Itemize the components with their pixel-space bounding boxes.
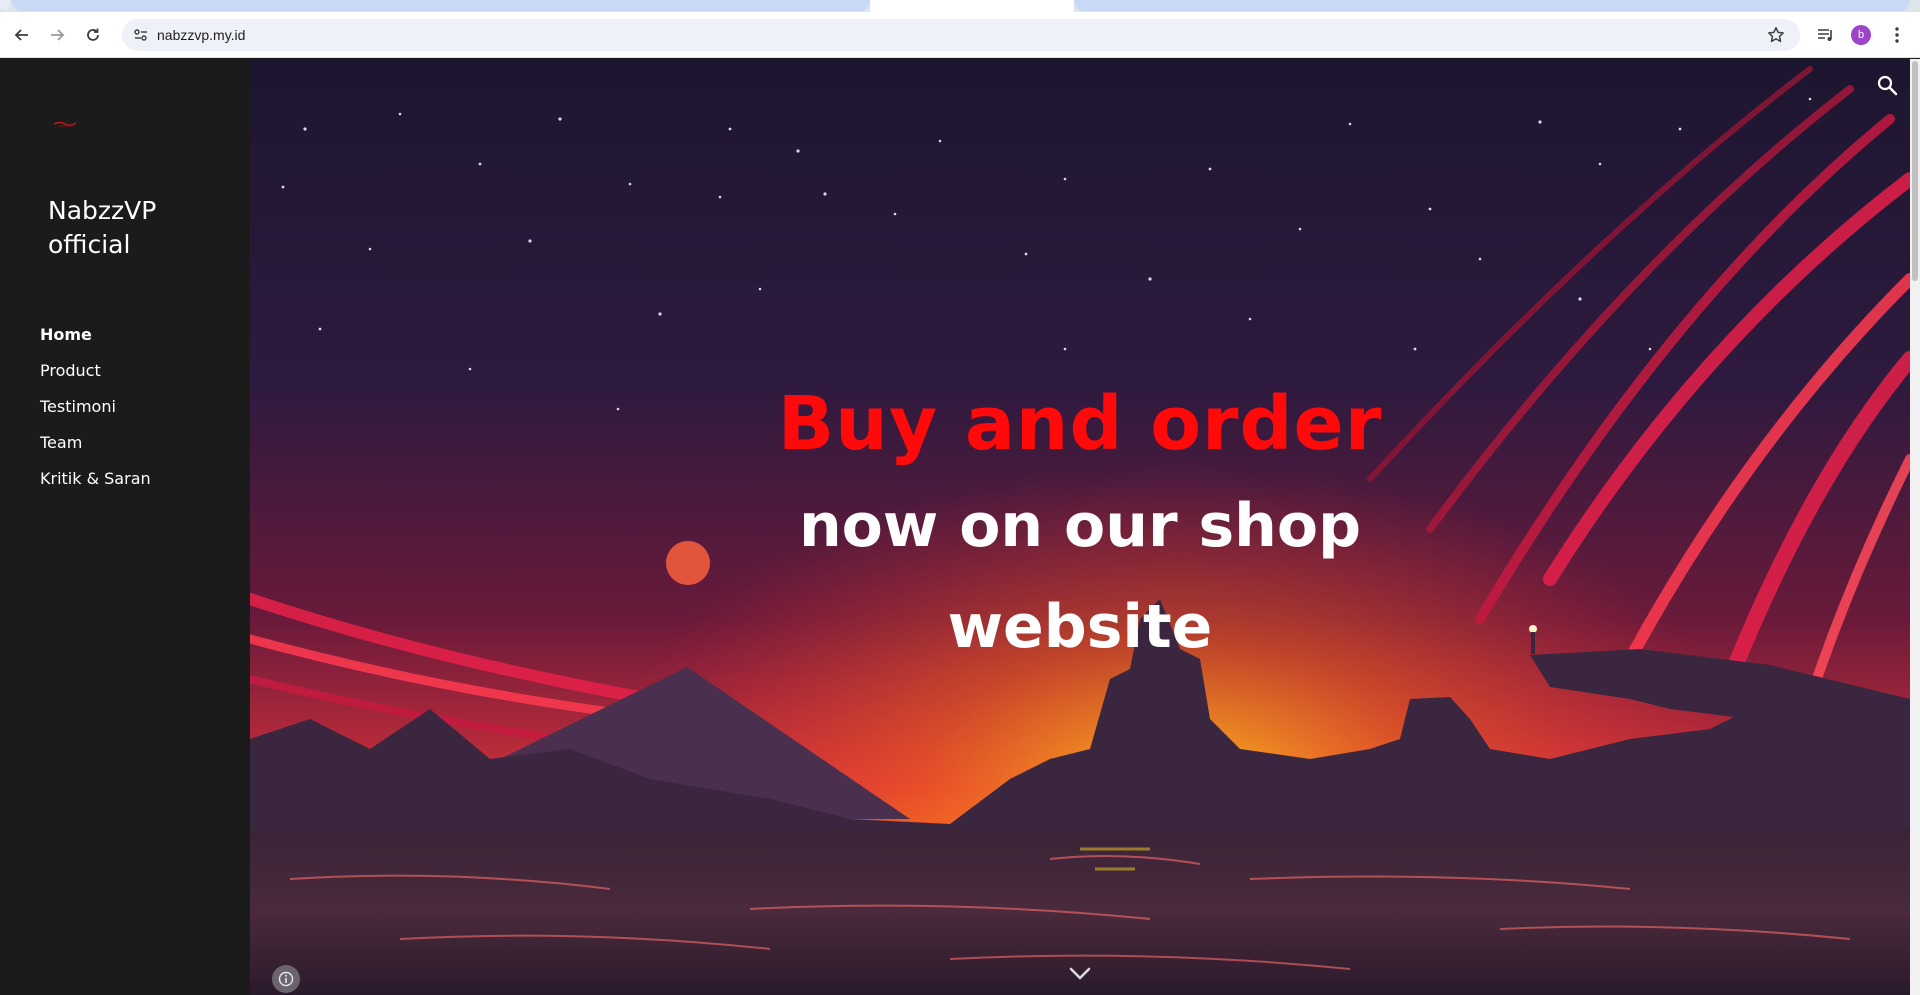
scrollbar-thumb[interactable] xyxy=(1912,61,1918,281)
media-queue-icon[interactable] xyxy=(1813,22,1839,48)
sidebar-nav: Home Product Testimoni Team Kritik & Sar… xyxy=(40,323,151,503)
browser-tab[interactable] xyxy=(1074,0,1910,11)
more-vert-icon[interactable] xyxy=(1884,22,1910,48)
profile-avatar[interactable]: b xyxy=(1848,22,1874,48)
browser-tab-strip xyxy=(0,0,1920,12)
nav-item-kritik-saran[interactable]: Kritik & Saran xyxy=(40,467,151,503)
hero-headline-line3: website xyxy=(947,592,1213,662)
hero-headline-line1: Buy and order xyxy=(777,381,1383,467)
browser-toolbar: nabzzvp.my.id b xyxy=(0,12,1920,58)
avatar: b xyxy=(1851,25,1871,45)
url-text[interactable]: nabzzvp.my.id xyxy=(157,27,245,43)
hero-banner: Buy and order now on our shop website xyxy=(250,59,1910,995)
nav-item-team[interactable]: Team xyxy=(40,431,151,467)
forward-arrow-icon[interactable] xyxy=(44,22,70,48)
hero-headline-line2: now on our shop xyxy=(798,491,1362,561)
back-arrow-icon[interactable] xyxy=(9,22,35,48)
nav-item-product[interactable]: Product xyxy=(40,359,151,395)
site-settings-icon[interactable] xyxy=(130,24,152,46)
bookmark-star-icon[interactable] xyxy=(1764,23,1788,47)
browser-tab-active[interactable] xyxy=(870,0,1074,12)
info-icon[interactable] xyxy=(272,965,300,993)
address-bar[interactable]: nabzzvp.my.id xyxy=(122,19,1800,51)
web-page: NabzzVP official Home Product Testimoni … xyxy=(0,59,1920,995)
reload-icon[interactable] xyxy=(80,22,106,48)
sidebar: NabzzVP official Home Product Testimoni … xyxy=(0,59,250,995)
site-brand-title[interactable]: NabzzVP official xyxy=(48,194,228,262)
tab-edge xyxy=(0,0,10,11)
page-scrollbar[interactable] xyxy=(1910,59,1920,995)
search-icon[interactable] xyxy=(1876,74,1898,96)
site-logo[interactable] xyxy=(52,119,78,131)
chevron-down-icon[interactable] xyxy=(1068,964,1092,984)
nav-item-home[interactable]: Home xyxy=(40,323,151,359)
browser-tab[interactable] xyxy=(12,0,870,11)
nav-item-testimoni[interactable]: Testimoni xyxy=(40,395,151,431)
